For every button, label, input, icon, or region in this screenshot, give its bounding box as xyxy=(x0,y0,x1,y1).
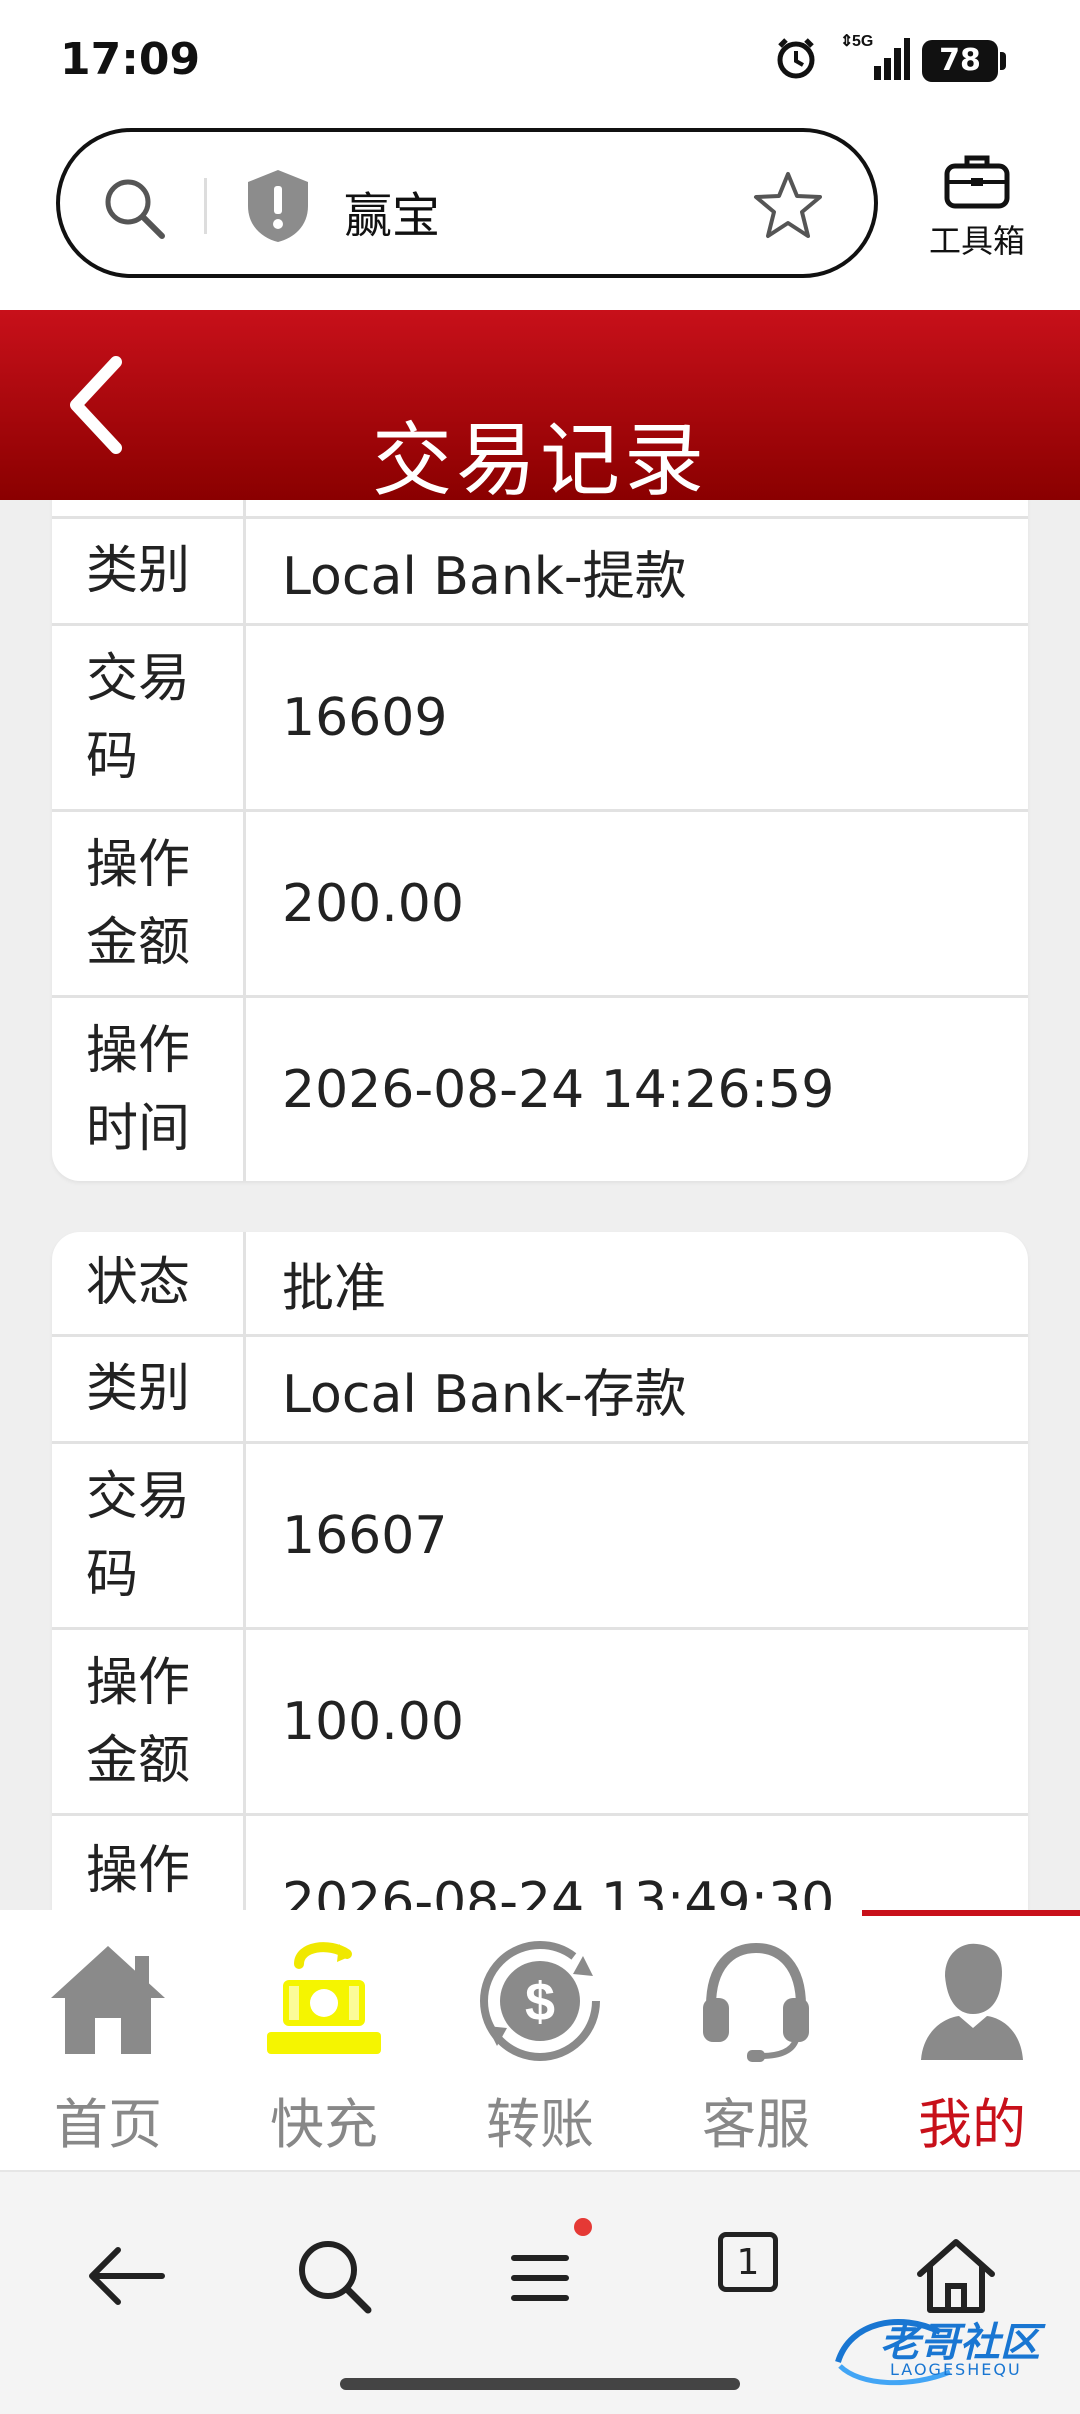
nav-home-label: 首页 xyxy=(54,2093,162,2156)
toolbox-button[interactable]: 工具箱 xyxy=(912,152,1042,272)
back-arrow-icon xyxy=(89,2247,165,2305)
home-indicator[interactable] xyxy=(340,2378,740,2390)
headset-icon xyxy=(703,1942,809,2062)
user-icon xyxy=(921,1943,1023,2060)
record-row: 操作时间 2026-08-24 13:49:30 xyxy=(52,1816,1028,1910)
record-row: 操作金额 100.00 xyxy=(52,1630,1028,1816)
status-bar: 17:09 ⇕ 5G 78 xyxy=(0,0,1080,120)
url-box[interactable]: 赢宝 xyxy=(56,128,878,278)
record-key: 类别 xyxy=(52,1337,246,1441)
nav-home[interactable]: 首页 xyxy=(0,1936,216,2156)
record-key: 操作时间 xyxy=(52,1816,246,1910)
nav-transfer-label: 转账 xyxy=(486,2093,594,2156)
menu-notification-dot xyxy=(574,2218,592,2236)
bookmark-star-icon[interactable] xyxy=(750,168,826,244)
quick-charge-icon xyxy=(267,1942,381,2054)
record-row: 类别 Local Bank-提款 xyxy=(52,519,1028,626)
watermark-logo: 老哥社区 LAOGESHEQU xyxy=(830,2302,1070,2392)
record-value: 16607 xyxy=(282,1505,448,1566)
record-value: Local Bank-提款 xyxy=(282,546,687,607)
record-key-text: 操作金额 xyxy=(86,1652,191,1791)
record-row: 操作时间 2026-08-24 14:26:59 xyxy=(52,998,1028,1181)
records-list[interactable]: 类别 Local Bank-提款 交易码 16609 操作金额 200.00 操… xyxy=(0,500,1080,1910)
watermark-subtitle: LAOGESHEQU xyxy=(890,2360,1022,2379)
page-header: 交易记录 xyxy=(0,310,1080,507)
status-time: 17:09 xyxy=(60,34,201,85)
record-key-text: 交易码 xyxy=(86,1466,191,1605)
browser-bottom-bar: 1 老哥社区 LAOGESHEQU xyxy=(0,2170,1080,2414)
menu-icon xyxy=(511,2255,569,2301)
record-value: 2026-08-24 14:26:59 xyxy=(282,1059,835,1120)
record-value: 100.00 xyxy=(282,1691,464,1752)
record-row: 交易码 16609 xyxy=(52,626,1028,812)
signal-icon: ⇕ 5G xyxy=(840,33,910,80)
record-key: 状态 xyxy=(52,1232,246,1334)
record-value: 16609 xyxy=(282,687,448,748)
nav-customer-service[interactable]: 客服 xyxy=(648,1936,864,2156)
browser-back-button[interactable] xyxy=(76,2226,176,2326)
record-key: 交易码 xyxy=(52,626,246,809)
network-type: 5G xyxy=(852,33,873,50)
record-key: 操作时间 xyxy=(52,998,246,1181)
transfer-icon: $ xyxy=(480,1941,600,2061)
page-title: 交易记录 xyxy=(372,414,708,507)
record-key-text: 操作金额 xyxy=(86,834,191,973)
record-key: 交易码 xyxy=(52,1444,246,1627)
record-value: 2026-08-24 13:49:30 xyxy=(282,1872,835,1910)
nav-quick-charge[interactable]: 快充 xyxy=(216,1936,432,2156)
browser-menu-button[interactable] xyxy=(490,2226,590,2326)
record-key: 类别 xyxy=(52,519,246,623)
search-icon[interactable] xyxy=(98,172,170,244)
nav-quick-charge-label: 快充 xyxy=(270,2093,378,2156)
alarm-icon xyxy=(777,38,815,79)
url-divider xyxy=(204,178,207,234)
active-tab-indicator xyxy=(862,1910,1080,1916)
record-value: Local Bank-存款 xyxy=(282,1364,687,1425)
record-key-text: 操作时间 xyxy=(86,1841,191,1901)
nav-mine[interactable]: 我的 xyxy=(864,1936,1080,2156)
toolbox-icon xyxy=(944,155,1010,209)
battery-indicator: 78 xyxy=(922,40,1006,82)
record-row-cut xyxy=(52,500,1028,519)
record-key-text: 交易码 xyxy=(86,648,191,787)
toolbox-label: 工具箱 xyxy=(928,222,1025,260)
record-row: 状态 批准 xyxy=(52,1232,1028,1337)
browser-address-bar: 赢宝 工具箱 xyxy=(0,120,1080,310)
nav-customer-service-label: 客服 xyxy=(702,2093,810,2156)
record-value: 批准 xyxy=(282,1258,387,1319)
record-card: 类别 Local Bank-提款 交易码 16609 操作金额 200.00 操… xyxy=(52,500,1028,1181)
record-card: 状态 批准 类别 Local Bank-存款 交易码 16607 操作金额 10… xyxy=(52,1232,1028,1910)
tabs-button[interactable]: 1 xyxy=(718,2232,778,2292)
record-key-text: 操作时间 xyxy=(86,1020,191,1159)
record-key: 操作金额 xyxy=(52,812,246,995)
shield-warning-icon[interactable] xyxy=(244,168,312,244)
record-row: 交易码 16607 xyxy=(52,1444,1028,1630)
search-icon xyxy=(299,2241,372,2314)
svg-text:$: $ xyxy=(525,1972,555,2032)
home-icon xyxy=(51,1946,165,2054)
record-row: 类别 Local Bank-存款 xyxy=(52,1337,1028,1444)
browser-search-button[interactable] xyxy=(284,2226,384,2326)
record-key: 操作金额 xyxy=(52,1630,246,1813)
record-value: 200.00 xyxy=(282,873,464,934)
record-row: 操作金额 200.00 xyxy=(52,812,1028,998)
nav-transfer[interactable]: $ 转账 xyxy=(432,1936,648,2156)
site-name: 赢宝 xyxy=(344,188,441,244)
site-bottom-nav: 首页 快充 $ 转账 客服 我的 xyxy=(0,1910,1080,2170)
nav-mine-label: 我的 xyxy=(918,2093,1026,2156)
